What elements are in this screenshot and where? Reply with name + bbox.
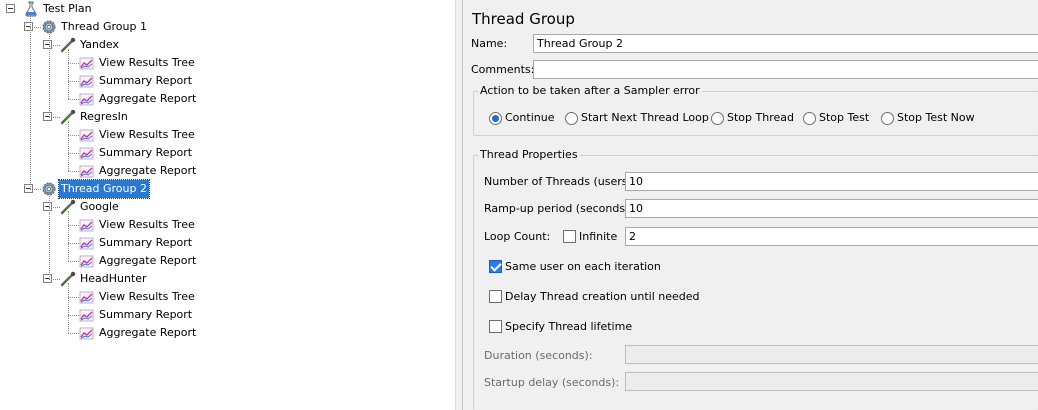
tree-node-label[interactable]: Summary Report — [97, 72, 194, 90]
tree-node-label[interactable]: View Results Tree — [97, 54, 197, 72]
duration-label: Duration (seconds): — [484, 349, 593, 362]
listener-graph-icon — [79, 145, 95, 161]
tree-connector — [30, 13, 31, 189]
loop-count-label: Loop Count: — [484, 230, 551, 243]
threads-label: Number of Threads (users): — [484, 175, 636, 188]
radio-button[interactable] — [565, 112, 578, 125]
tree-connector — [49, 45, 60, 46]
tree-connector — [68, 99, 79, 100]
loop-count-field[interactable]: 2 — [625, 227, 1038, 246]
tree-connector — [68, 315, 79, 316]
radio-label[interactable]: Stop Thread — [727, 111, 794, 124]
tree-node-label[interactable]: Aggregate Report — [97, 252, 198, 270]
listener-graph-icon — [79, 289, 95, 305]
tree-connector — [49, 207, 60, 208]
tree-connector — [30, 189, 41, 190]
test-plan-tree[interactable]: Test Plan Thread Group 1 Yandex View Result… — [0, 0, 456, 410]
radio-label[interactable]: Stop Test — [819, 111, 869, 124]
sampler-error-legend: Action to be taken after a Sampler error — [478, 84, 702, 97]
tree-connector — [49, 117, 60, 118]
tree-connector — [68, 283, 69, 333]
same-user-checkbox[interactable] — [489, 260, 502, 273]
tree-node-label[interactable]: Thread Group 1 — [59, 18, 149, 36]
comments-field[interactable] — [533, 60, 1038, 79]
tree-node-label[interactable]: HeadHunter — [78, 270, 149, 288]
duration-field[interactable] — [625, 345, 1038, 364]
tree-node-label[interactable]: Test Plan — [41, 0, 94, 18]
test-plan-icon — [23, 1, 39, 17]
listener-graph-icon — [79, 55, 95, 71]
tree-node-label[interactable]: Aggregate Report — [97, 162, 198, 180]
tree-node-label[interactable]: Summary Report — [97, 234, 194, 252]
threads-field[interactable]: 10 — [625, 172, 1038, 191]
tree-connector — [68, 297, 79, 298]
thread-lifetime-checkbox[interactable] — [489, 320, 502, 333]
listener-graph-icon — [79, 307, 95, 323]
infinite-label[interactable]: Infinite — [579, 230, 617, 243]
tree-connector — [68, 211, 69, 261]
tree-node-label[interactable]: View Results Tree — [97, 216, 197, 234]
collapse-toggle-icon[interactable] — [6, 4, 15, 13]
infinite-checkbox[interactable] — [563, 230, 576, 243]
listener-graph-icon — [79, 91, 95, 107]
radio-label[interactable]: Stop Test Now — [897, 111, 975, 124]
thread-properties-legend: Thread Properties — [478, 148, 580, 161]
tree-node-thread-group[interactable]: Thread Group 1 — [0, 18, 456, 36]
listener-graph-icon — [79, 163, 95, 179]
radio-button[interactable] — [711, 112, 724, 125]
comments-label: Comments: — [471, 63, 535, 76]
tree-connector — [68, 243, 79, 244]
tree-node-label[interactable]: View Results Tree — [97, 288, 197, 306]
delay-creation-label[interactable]: Delay Thread creation until needed — [505, 290, 700, 303]
tree-connector — [68, 135, 79, 136]
tree-connector — [68, 153, 79, 154]
tree-connector — [68, 121, 69, 171]
tree-connector — [68, 49, 69, 99]
delay-creation-checkbox[interactable] — [489, 290, 502, 303]
name-field[interactable]: Thread Group 2 — [533, 34, 1038, 53]
name-label: Name: — [471, 37, 508, 50]
listener-graph-icon — [79, 127, 95, 143]
tree-connector — [68, 171, 79, 172]
tree-node-label[interactable]: Aggregate Report — [97, 324, 198, 342]
tree-node-label[interactable]: Summary Report — [97, 306, 194, 324]
listener-graph-icon — [79, 73, 95, 89]
startup-delay-field[interactable] — [625, 372, 1038, 391]
tree-node-test-plan[interactable]: Test Plan — [0, 0, 456, 18]
radio-button[interactable] — [803, 112, 816, 125]
radio-label[interactable]: Start Next Thread Loop — [581, 111, 709, 124]
editor-title: Thread Group — [472, 10, 575, 28]
listener-graph-icon — [79, 235, 95, 251]
tree-connector — [49, 31, 50, 117]
tree-node-label[interactable]: Yandex — [78, 36, 121, 54]
tree-node-label[interactable]: Google — [78, 198, 121, 216]
thread-group-editor: Thread Group Name: Thread Group 2 Commen… — [462, 0, 1038, 410]
tree-connector — [68, 63, 79, 64]
startup-delay-label: Startup delay (seconds): — [484, 376, 620, 389]
same-user-label[interactable]: Same user on each iteration — [505, 260, 661, 273]
radio-button[interactable] — [881, 112, 894, 125]
tree-node-label[interactable]: RegresIn — [78, 108, 130, 126]
tree-connector — [68, 225, 79, 226]
tree-node-label[interactable]: View Results Tree — [97, 126, 197, 144]
tree-node-thread-group[interactable]: Thread Group 2 — [0, 179, 456, 199]
radio-button[interactable] — [489, 112, 502, 125]
tree-node-label[interactable]: Summary Report — [97, 144, 194, 162]
tree-connector — [49, 279, 60, 280]
rampup-label: Ramp-up period (seconds): — [484, 202, 634, 215]
tree-node-label[interactable]: Thread Group 2 — [58, 179, 150, 199]
listener-graph-icon — [79, 253, 95, 269]
thread-lifetime-label[interactable]: Specify Thread lifetime — [505, 320, 632, 333]
radio-label[interactable]: Continue — [505, 111, 554, 124]
tree-connector — [68, 81, 79, 82]
rampup-field[interactable]: 10 — [625, 199, 1038, 218]
tree-connector — [68, 333, 79, 334]
listener-graph-icon — [79, 325, 95, 341]
tree-node-label[interactable]: Aggregate Report — [97, 90, 198, 108]
tree-connector — [30, 27, 41, 28]
tree-connector — [68, 261, 79, 262]
tree-connector — [49, 193, 50, 279]
listener-graph-icon — [79, 217, 95, 233]
